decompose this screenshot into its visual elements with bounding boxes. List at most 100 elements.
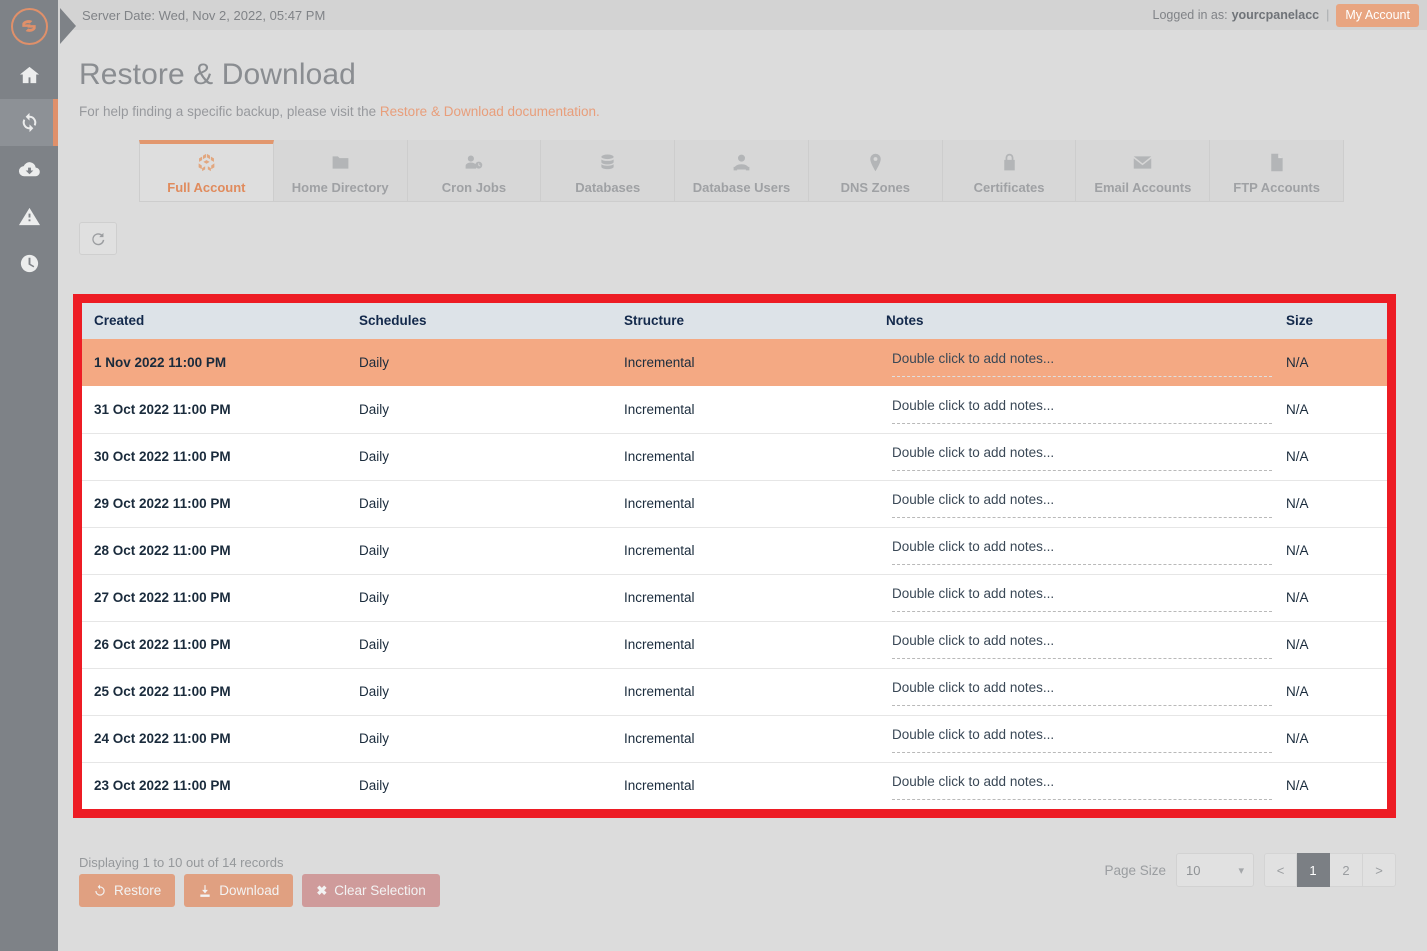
tab-full-account[interactable]: Full Account [139,140,274,201]
cell-notes: Double click to add notes... [874,574,1274,621]
x-icon: ✖ [316,883,327,899]
database-icon [597,151,618,173]
cell-schedules: Daily [347,715,612,762]
cell-schedules: Daily [347,574,612,621]
cell-notes: Double click to add notes... [874,480,1274,527]
download-button[interactable]: Download [184,874,293,907]
tab-databases[interactable]: Databases [541,140,675,201]
tab-label: Databases [575,180,640,195]
main-content: Restore & Download For help finding a sp… [58,30,1427,951]
records-info: Displaying 1 to 10 out of 14 records [79,855,284,870]
tab-home-directory[interactable]: Home Directory [274,140,408,201]
table-row[interactable]: 29 Oct 2022 11:00 PMDailyIncremental Doub… [82,480,1387,527]
username: yourcpanelacc [1232,8,1320,22]
sidebar-item-history[interactable] [0,240,58,287]
separator: | [1326,8,1329,22]
notes-input[interactable]: Double click to add notes... [892,724,1272,753]
notes-input[interactable]: Double click to add notes... [892,348,1272,377]
table-row[interactable]: 26 Oct 2022 11:00 PMDailyIncrementalDoub… [82,621,1387,668]
column-header-structure[interactable]: Structure [612,303,874,339]
table-row[interactable]: 28 Oct 2022 11:00 PMDailyIncrementalDoub… [82,527,1387,574]
column-header-created[interactable]: Created [82,303,347,339]
tab-ftp-accounts[interactable]: FTP Accounts [1210,140,1344,201]
pagination-page-1[interactable]: 1 [1297,853,1330,887]
cell-size: N/A [1274,386,1387,433]
refresh-button[interactable] [79,222,117,255]
my-account-button[interactable]: My Account [1336,4,1419,27]
boxes-icon [196,151,217,173]
sidebar-item-restore-download[interactable] [0,99,58,146]
top-bar: Server Date: Wed, Nov 2, 2022, 05:47 PM … [58,0,1427,30]
tab-label: Home Directory [292,180,389,195]
logo-glyph-icon [19,16,39,36]
sidebar-item-home[interactable] [0,52,58,99]
home-icon [18,64,41,87]
tab-label: Database Users [693,180,791,195]
tab-label: DNS Zones [841,180,910,195]
cell-structure: Incremental [612,480,874,527]
folder-icon [330,151,351,173]
table-row[interactable]: 27 Oct 2022 11:00 PMDailyIncrementalDoub… [82,574,1387,621]
pagination-page-2[interactable]: 2 [1330,853,1363,887]
table-row[interactable]: 23 Oct 2022 11:00 PMDailyIncrementalDoub… [82,762,1387,809]
cell-size: N/A [1274,480,1387,527]
cell-created: 25 Oct 2022 11:00 PM [82,668,347,715]
notes-input[interactable]: Double click to add notes... [892,489,1272,518]
notes-input[interactable]: Double click to add notes... [892,630,1272,659]
tab-cron-jobs[interactable]: Cron Jobs [408,140,542,201]
tab-email-accounts[interactable]: Email Accounts [1076,140,1210,201]
column-header-notes[interactable]: Notes [874,303,1274,339]
notes-input[interactable]: Double click to add notes... [892,771,1272,800]
page-buttons: <12> [1264,853,1396,887]
tab-dns-zones[interactable]: DNS Zones [809,140,943,201]
pagination-prev[interactable]: < [1264,853,1297,887]
notes-input[interactable]: Double click to add notes... [892,583,1272,612]
restore-button[interactable]: Restore [79,874,175,907]
cell-structure: Incremental [612,433,874,480]
page-size-select[interactable]: 10 ▾ [1176,853,1254,887]
tab-label: Full Account [167,180,245,195]
clear-selection-button-label: Clear Selection [334,883,426,898]
download-icon [198,884,212,898]
cell-schedules: Daily [347,480,612,527]
notes-input[interactable]: Double click to add notes... [892,536,1272,565]
app-logo[interactable] [0,0,58,52]
logo-arrow-icon [60,8,76,44]
table-row[interactable]: 24 Oct 2022 11:00 PMDailyIncrementalDoub… [82,715,1387,762]
sidebar-item-backups[interactable] [0,146,58,193]
page-size-value: 10 [1186,863,1200,878]
lock-icon [999,151,1020,173]
cell-size: N/A [1274,668,1387,715]
tab-certificates[interactable]: Certificates [943,140,1077,201]
notes-input[interactable]: Double click to add notes... [892,677,1272,706]
logged-in-label: Logged in as: [1153,8,1228,22]
envelope-icon [1132,151,1153,173]
restore-button-label: Restore [114,883,161,898]
column-header-size[interactable]: Size [1274,303,1387,339]
cell-schedules: Daily [347,339,612,386]
notes-input[interactable]: Double click to add notes... [892,442,1272,471]
documentation-link[interactable]: Restore & Download documentation. [380,104,600,119]
column-header-schedules[interactable]: Schedules [347,303,612,339]
table-row[interactable]: 1 Nov 2022 11:00 PMDailyIncrementalDoubl… [82,339,1387,386]
cell-created: 31 Oct 2022 11:00 PM [82,386,347,433]
cell-size: N/A [1274,339,1387,386]
tab-database-users[interactable]: Database Users [675,140,809,201]
cell-created: 29 Oct 2022 11:00 PM [82,480,347,527]
table-row[interactable]: 25 Oct 2022 11:00 PMDailyIncrementalDoub… [82,668,1387,715]
clear-selection-button[interactable]: ✖ Clear Selection [302,874,439,907]
table-row[interactable]: 30 Oct 2022 11:00 PMDailyIncrementalDoub… [82,433,1387,480]
pagination-next[interactable]: > [1363,853,1396,887]
cell-created: 1 Nov 2022 11:00 PM [82,339,347,386]
sidebar-item-alerts[interactable] [0,193,58,240]
page-title: Restore & Download [79,58,1427,92]
cell-size: N/A [1274,433,1387,480]
cell-created: 23 Oct 2022 11:00 PM [82,762,347,809]
cell-size: N/A [1274,574,1387,621]
cell-schedules: Daily [347,386,612,433]
table-row[interactable]: 31 Oct 2022 11:00 PMDailyIncrementalDoub… [82,386,1387,433]
page-subtitle: For help finding a specific backup, plea… [79,104,1427,119]
notes-input[interactable]: Double click to add notes... [892,395,1272,424]
cell-schedules: Daily [347,527,612,574]
logo-circle-icon [11,8,48,45]
